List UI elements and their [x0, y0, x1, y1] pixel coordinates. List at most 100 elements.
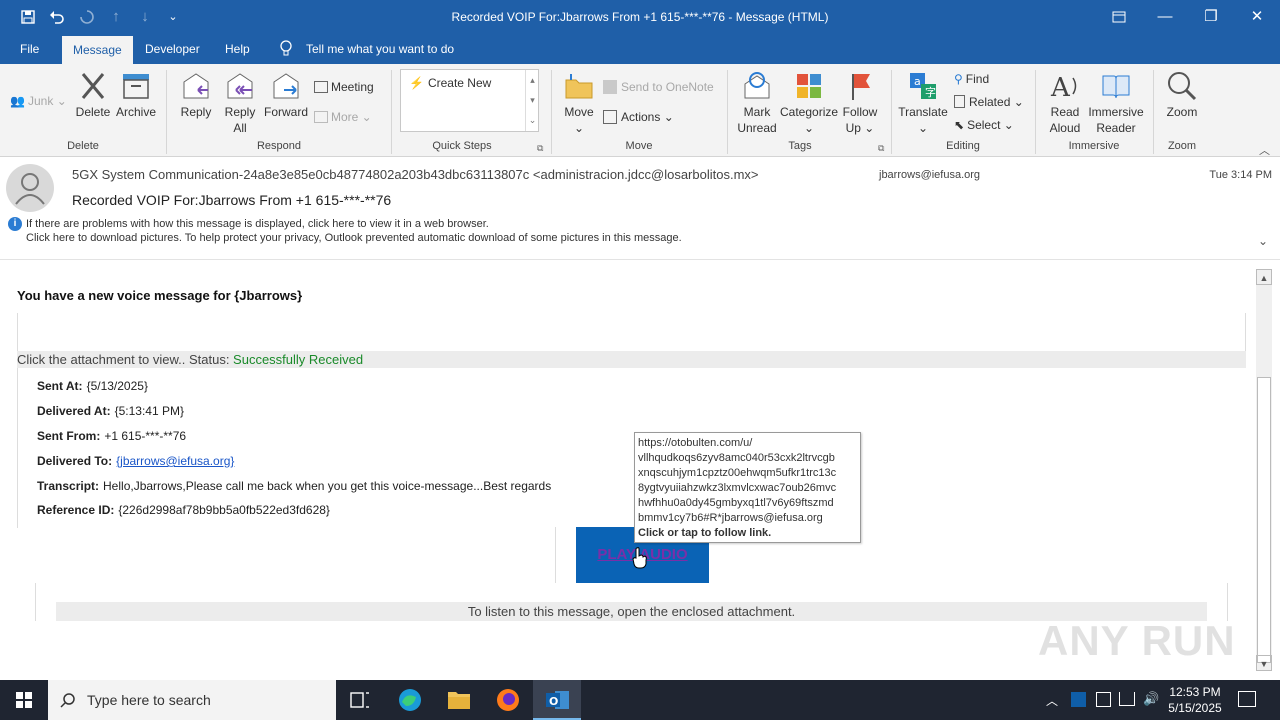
download-pictures-notice[interactable]: Click here to download pictures. To help… [26, 232, 682, 244]
tooltip-line: vllhqudkoqs6zyv8amc040r53cxk2ltrvcgb [638, 452, 835, 464]
tooltip-line: 8ygtvyuiiahzwkz3lxmvlcxwac7oub26mvc [638, 482, 837, 494]
translate-label: Translate [898, 105, 948, 119]
field-label: Sent From: [37, 429, 101, 443]
mark-unread-label-2: Unread [737, 121, 777, 135]
tab-developer[interactable]: Developer [137, 34, 208, 64]
field-value: {5/13/2025} [86, 379, 148, 393]
edge-taskbar-button[interactable] [386, 680, 434, 720]
restore-button[interactable]: ❐ [1188, 0, 1234, 34]
task-view-button[interactable] [336, 680, 384, 720]
follow-up-button[interactable]: Follow Up ⌄ [840, 70, 880, 136]
find-button[interactable]: ⚲ Find [954, 71, 989, 87]
tab-message[interactable]: Message [62, 36, 133, 64]
scroll-thumb[interactable] [1257, 377, 1271, 663]
tell-me-search[interactable]: Tell me what you want to do [298, 34, 462, 64]
more-label: More [331, 110, 359, 124]
taskbar-search-box[interactable]: Type here to search [48, 680, 336, 720]
move-label: Move [564, 105, 594, 119]
collapse-ribbon-icon[interactable]: ︿ [1259, 142, 1270, 158]
archive-button[interactable]: Archive [115, 70, 157, 120]
ribbon-display-icon[interactable] [1096, 0, 1142, 34]
notifications-icon[interactable] [1238, 691, 1256, 707]
more-button[interactable]: More ⌄ [314, 109, 372, 125]
info-icon: i [8, 217, 22, 231]
show-hidden-icons[interactable]: ︿ [1046, 692, 1058, 709]
windows-icon [16, 692, 32, 708]
immersive-reader-icon [1102, 75, 1130, 99]
archive-label: Archive [115, 105, 156, 119]
delete-button[interactable]: Delete [74, 70, 112, 120]
send-to-onenote-button[interactable]: Send to OneNote [603, 79, 714, 95]
firefox-taskbar-button[interactable] [484, 680, 532, 720]
find-icon: ⚲ [954, 72, 963, 86]
select-cursor-icon: ⬉ [954, 118, 965, 132]
minimize-button[interactable]: — [1142, 0, 1188, 34]
actions-icon [603, 110, 617, 124]
file-explorer-button[interactable] [435, 680, 483, 720]
tags-group-label: Tags [788, 140, 812, 152]
meeting-button[interactable]: Meeting [314, 79, 374, 95]
menu-bar: File Message Developer Help Tell me what… [0, 34, 1280, 64]
select-button[interactable]: ⬉ Select ⌄ [954, 117, 1014, 133]
sender[interactable]: 5GX System Communication-24a8e3e85e0cb48… [72, 167, 759, 182]
move-button[interactable]: Move ⌄ [560, 70, 598, 136]
field-value: Hello,Jbarrows,Please call me back when … [103, 479, 552, 493]
field-label: Delivered To: [37, 454, 113, 468]
network-icon[interactable] [1119, 692, 1135, 706]
device-tray-icon[interactable] [1096, 692, 1111, 707]
tab-help[interactable]: Help [217, 34, 258, 64]
search-placeholder: Type here to search [87, 692, 211, 708]
left-border [17, 368, 18, 528]
translate-button[interactable]: a字 Translate ⌄ [897, 70, 949, 136]
read-aloud-button[interactable]: A Read Aloud [1043, 70, 1087, 136]
reply-label: Reply [180, 105, 212, 119]
scroll-down-button[interactable]: ▼ [1256, 655, 1272, 671]
move-group-label: Move [625, 140, 653, 152]
message-header: 5GX System Communication-24a8e3e85e0cb48… [0, 157, 1280, 260]
start-button[interactable] [0, 680, 48, 720]
outlook-tray-icon[interactable] [1071, 692, 1086, 707]
junk-icon: 👥 [10, 94, 25, 108]
related-button[interactable]: Related ⌄ [954, 94, 1024, 110]
volume-icon[interactable]: 🔊 [1143, 691, 1159, 707]
actions-button[interactable]: Actions ⌄ [603, 109, 674, 125]
close-button[interactable]: ✕ [1234, 0, 1280, 34]
forward-button[interactable]: Forward [263, 70, 309, 120]
scroll-up-button[interactable]: ▲ [1256, 269, 1272, 285]
reply-button[interactable]: Reply [177, 70, 215, 120]
delivered-to-link[interactable]: {jbarrows@iefusa.org} [116, 454, 234, 468]
create-new-quickstep[interactable]: ⚡ Create New [409, 75, 491, 91]
meeting-icon [314, 81, 328, 93]
expand-header-icon[interactable]: ⌄ [1258, 234, 1268, 248]
tooltip-line: https://otobulten.com/u/ [638, 437, 753, 449]
svg-text:字: 字 [925, 85, 936, 99]
field-label: Sent At: [37, 379, 83, 393]
quick-steps-gallery[interactable]: ⚡ Create New ▴ ▾ ⌄ [400, 69, 539, 132]
junk-button[interactable]: 👥 Junk ⌄ [10, 93, 67, 109]
vertical-scrollbar[interactable]: ▲ ▼ [1256, 269, 1272, 671]
delivered-at-row: Delivered At: {5:13:41 PM} [37, 404, 184, 418]
field-label: Delivered At: [37, 404, 111, 418]
outlook-taskbar-button[interactable]: O [533, 680, 581, 720]
tooltip-line: xnqscuhjym1cpztz00ehwqm5ufkr1trc13c [638, 467, 837, 479]
lightbulb-icon [279, 40, 293, 58]
zoom-button[interactable]: Zoom [1162, 70, 1202, 120]
mark-unread-button[interactable]: Mark Unread [734, 70, 780, 136]
reference-id-row: Reference ID: {226d2998af78b9bb5a0fb522ed… [37, 503, 330, 517]
dialog-launcher-icon[interactable]: ⧉ [878, 143, 884, 154]
clock[interactable]: 12:53 PM 5/15/2025 [1162, 684, 1228, 716]
editing-group-label: Editing [946, 140, 980, 152]
quick-steps-scroll[interactable]: ▴ ▾ ⌄ [525, 70, 539, 131]
lightning-icon: ⚡ [409, 76, 424, 90]
reply-all-button[interactable]: Reply All [221, 70, 259, 136]
status-prefix: Click the attachment to view.. Status: [17, 352, 234, 367]
recipient[interactable]: jbarrows@iefusa.org [879, 169, 980, 181]
categorize-button[interactable]: Categorize ⌄ [780, 70, 838, 136]
onenote-icon [603, 80, 617, 94]
delete-icon [81, 73, 105, 99]
dialog-launcher-icon[interactable]: ⧉ [537, 143, 543, 154]
view-in-browser-notice[interactable]: If there are problems with how this mess… [26, 218, 489, 230]
immersive-reader-button[interactable]: Immersive Reader [1087, 70, 1145, 136]
reply-icon [183, 73, 209, 99]
tab-file[interactable]: File [12, 34, 47, 64]
